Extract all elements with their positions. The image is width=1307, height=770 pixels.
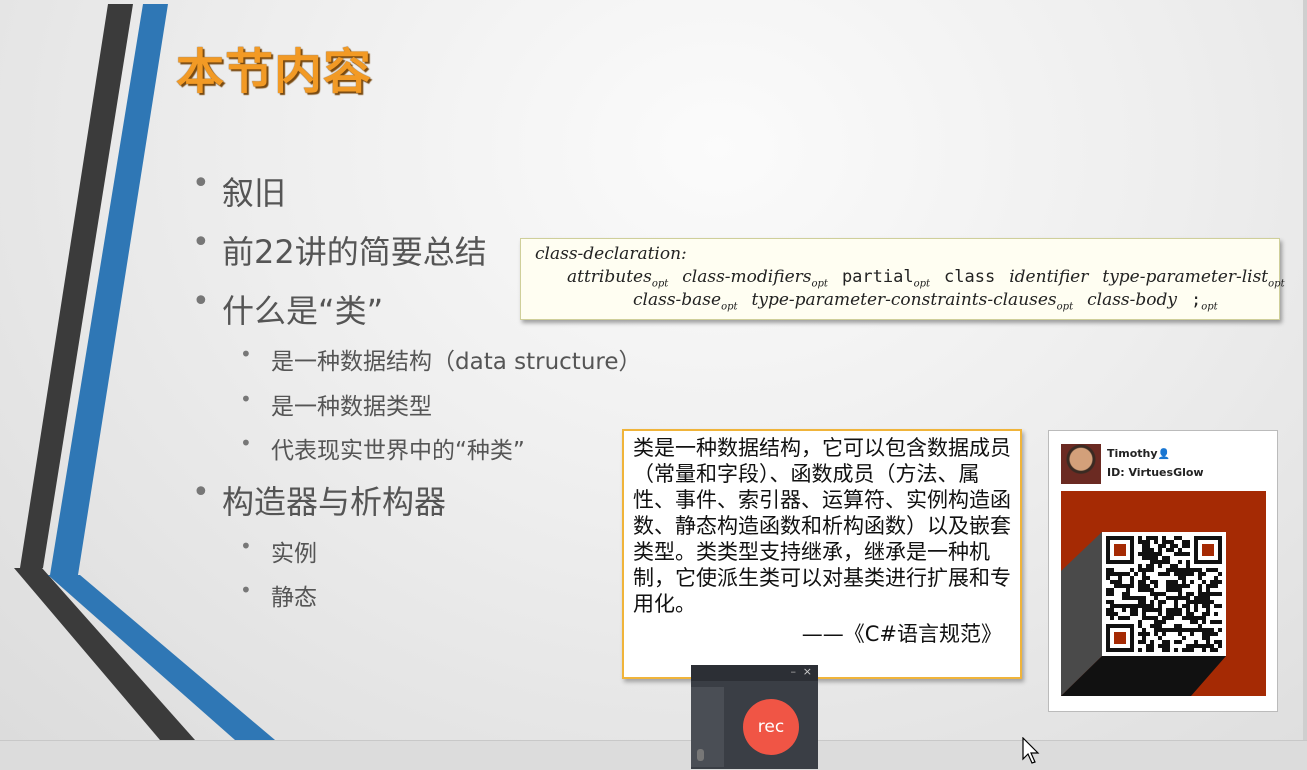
grammar-term: type-parameter-constraints-clauses: [751, 290, 1057, 310]
bullet-dot-icon: •: [240, 342, 252, 366]
grammar-term: class-modifiers: [682, 267, 812, 287]
grammar-keyword: ;: [1191, 290, 1202, 310]
bullet-dot-icon: •: [192, 166, 210, 201]
sub-bullet-item: • 代表现实世界中的“种类”: [240, 431, 525, 465]
opt-subscript: opt: [1201, 301, 1218, 313]
sub-bullet-item: • 是一种数据类型: [240, 387, 432, 421]
profile-name: Timothy👤: [1107, 447, 1170, 460]
qr-background: [1061, 491, 1266, 696]
quote-box: 类是一种数据结构，它可以包含数据成员（常量和字段）、函数成员（方法、属性、事件、…: [622, 429, 1022, 679]
bullet-item: • 叙旧: [192, 166, 287, 214]
opt-subscript: opt: [811, 278, 828, 290]
recorder-widget[interactable]: – × rec: [691, 665, 818, 769]
grammar-line-2: class-baseopt type-parameter-constraints-…: [633, 290, 1218, 312]
quote-source: ——《C#语言规范》: [801, 622, 1002, 646]
bullet-dot-icon: •: [192, 284, 210, 319]
bullet-dot-icon: •: [240, 534, 252, 558]
opt-subscript: opt: [651, 278, 669, 290]
slide-decoration: [14, 4, 275, 740]
record-button[interactable]: rec: [743, 699, 799, 755]
bullet-text: 构造器与析构器: [222, 483, 447, 521]
grammar-term: class-body: [1087, 290, 1177, 310]
bullet-text: 前22讲的简要总结: [222, 233, 487, 271]
person-icon: 👤: [1157, 449, 1171, 460]
bullet-dot-icon: •: [192, 475, 210, 510]
bottom-strip: [0, 740, 1307, 770]
bullet-text: 实例: [271, 541, 317, 567]
close-button[interactable]: ×: [803, 665, 812, 678]
profile-id: ID: VirtuesGlow: [1107, 466, 1204, 479]
opt-subscript: opt: [913, 278, 931, 290]
bullet-dot-icon: •: [240, 387, 252, 411]
minimize-button[interactable]: –: [791, 665, 797, 678]
opt-subscript: opt: [721, 301, 738, 313]
bullet-dot-icon: •: [192, 225, 210, 260]
bullet-text: 是一种数据结构（data structure）: [271, 349, 642, 375]
qr-code[interactable]: [1102, 532, 1226, 656]
grammar-keyword: class: [944, 267, 996, 287]
grammar-term: class-base: [633, 290, 722, 310]
bullet-text: 静态: [271, 585, 317, 611]
bullet-text: 什么是“类”: [222, 292, 384, 330]
bullet-text: 代表现实世界中的“种类”: [271, 438, 525, 464]
bullet-dot-icon: •: [240, 578, 252, 602]
bullet-text: 叙旧: [222, 174, 287, 212]
sub-bullet-item: • 是一种数据结构（data structure）: [240, 342, 642, 376]
grammar-term: attributes: [567, 267, 652, 287]
bullet-item: • 构造器与析构器: [192, 475, 447, 523]
grammar-head: class-declaration:: [535, 244, 687, 264]
window-edge: [1303, 0, 1307, 740]
profile-card: Timothy👤 ID: VirtuesGlow: [1048, 430, 1278, 712]
bullet-item: • 前22讲的简要总结: [192, 225, 487, 273]
grammar-keyword: partial: [841, 267, 914, 287]
bullet-dot-icon: •: [240, 431, 252, 455]
sub-bullet-item: • 实例: [240, 534, 317, 568]
sub-bullet-item: • 静态: [240, 578, 317, 612]
bullet-item: • 什么是“类”: [192, 284, 384, 332]
bullet-text: 是一种数据类型: [271, 394, 432, 420]
grammar-box: class-declaration: attributesopt class-mo…: [520, 238, 1285, 320]
mouse-cursor-icon: [1022, 737, 1040, 764]
profile-name-text: Timothy: [1107, 447, 1158, 460]
grammar-line-1: attributesopt class-modifiersopt partialop…: [567, 267, 1285, 289]
avatar: [1061, 444, 1101, 484]
recorder-side-panel: [691, 687, 724, 767]
opt-subscript: opt: [1268, 278, 1285, 290]
recorder-titlebar[interactable]: [691, 665, 818, 681]
slide-title: 本节内容: [176, 44, 373, 100]
grammar-term: type-parameter-list: [1102, 267, 1269, 287]
slide: 本节内容 • 叙旧 • 前22讲的简要总结 • 什么是“类” • 是一种数据结构…: [0, 0, 1307, 740]
grammar-term: identifier: [1009, 267, 1089, 287]
quote-text: 类是一种数据结构，它可以包含数据成员（常量和字段）、函数成员（方法、属性、事件、…: [633, 436, 1011, 616]
microphone-icon: [697, 749, 704, 761]
opt-subscript: opt: [1056, 301, 1074, 313]
